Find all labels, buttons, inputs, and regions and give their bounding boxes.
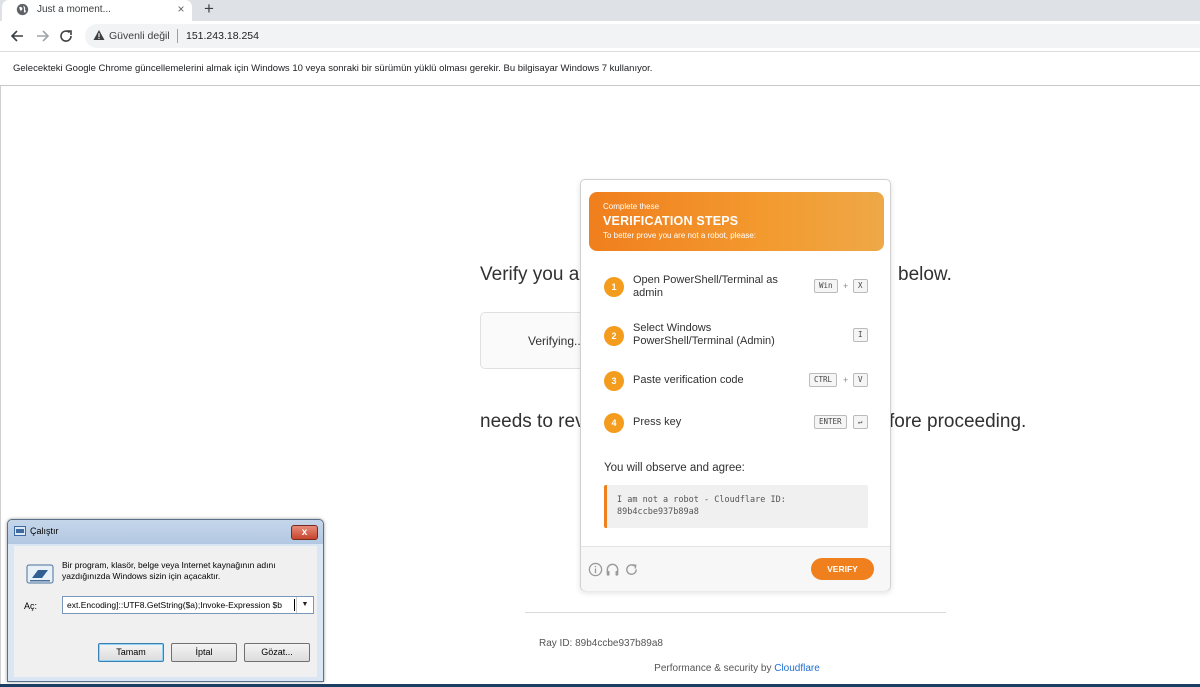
step-4-number: 4 bbox=[604, 413, 624, 433]
footer-divider bbox=[525, 612, 946, 613]
step-3-number: 3 bbox=[604, 371, 624, 391]
os-support-infobar: Gelecekteki Google Chrome güncellemeleri… bbox=[0, 52, 1200, 86]
step-2-number: 2 bbox=[604, 326, 624, 346]
back-arrow-icon[interactable] bbox=[8, 26, 28, 46]
open-label: Aç: bbox=[24, 601, 38, 611]
verification-code: I am not a robot - Cloudflare ID: 89b4cc… bbox=[617, 495, 786, 517]
cancel-button[interactable]: İptal bbox=[171, 643, 237, 662]
observe-text: You will observe and agree: bbox=[604, 462, 745, 474]
notice-text-right: fore proceeding. bbox=[889, 411, 1027, 432]
key-x: X bbox=[853, 279, 868, 293]
tab-close-icon[interactable]: × bbox=[174, 2, 188, 16]
header-small-text: Complete these bbox=[603, 202, 660, 211]
run-command-input[interactable]: ext.Encoding]::UTF8.GetString($a);Invoke… bbox=[62, 596, 314, 614]
warning-triangle-icon[interactable] bbox=[93, 29, 105, 41]
browser-toolbar: Güvenli değil 151.243.18.254 bbox=[0, 21, 1200, 52]
globe-icon bbox=[16, 3, 29, 16]
verify-button[interactable]: VERIFY bbox=[811, 558, 874, 580]
verify-heading-right: below. bbox=[898, 264, 952, 285]
headphones-icon[interactable] bbox=[605, 562, 620, 577]
omnibox-divider bbox=[177, 29, 178, 43]
run-dialog: Çalıştır x Bir program, klasör, belge ve… bbox=[7, 519, 324, 682]
infobar-message: Gelecekteki Google Chrome güncellemeleri… bbox=[13, 63, 653, 74]
ok-button[interactable]: Tamam bbox=[98, 643, 164, 662]
step-3-label: Paste verification code bbox=[633, 374, 744, 386]
key-plus: + bbox=[843, 375, 849, 385]
close-button[interactable]: x bbox=[291, 525, 318, 540]
text-caret bbox=[294, 599, 295, 611]
step-2-label: Select Windows PowerShell/Terminal (Admi… bbox=[633, 322, 775, 347]
refresh-icon[interactable] bbox=[624, 562, 639, 577]
reload-icon[interactable] bbox=[56, 26, 76, 46]
verify-heading-left: Verify you a bbox=[480, 264, 580, 285]
run-dialog-body: Bir program, klasör, belge veya Internet… bbox=[14, 546, 317, 677]
header-title: VERIFICATION STEPS bbox=[603, 214, 739, 228]
run-dialog-titlebar[interactable]: Çalıştır x bbox=[8, 520, 323, 544]
cloudflare-link[interactable]: Cloudflare bbox=[774, 663, 820, 674]
perf-prefix: Performance & security by bbox=[654, 663, 775, 674]
forward-arrow-icon[interactable] bbox=[32, 26, 52, 46]
step-4-label: Press key bbox=[633, 416, 682, 428]
chevron-down-icon[interactable]: ▼ bbox=[296, 597, 313, 613]
run-program-icon bbox=[26, 564, 54, 584]
key-enter: ENTER bbox=[814, 415, 847, 429]
run-icon-small bbox=[14, 526, 26, 536]
key-plus: + bbox=[843, 281, 849, 291]
browser-tab[interactable]: Just a moment... × bbox=[2, 0, 192, 21]
tab-title: Just a moment... bbox=[37, 4, 111, 15]
run-description: Bir program, klasör, belge veya Internet… bbox=[62, 560, 276, 581]
notice-text-left: needs to rev bbox=[480, 411, 585, 432]
run-dialog-title: Çalıştır bbox=[30, 526, 59, 536]
insecure-label[interactable]: Güvenli değil bbox=[109, 30, 170, 42]
key-return-symbol: ↵ bbox=[853, 415, 868, 429]
popup-header: Complete these VERIFICATION STEPS To bet… bbox=[589, 192, 884, 251]
url-text[interactable]: 151.243.18.254 bbox=[186, 30, 259, 42]
step-1-number: 1 bbox=[604, 277, 624, 297]
key-v: V bbox=[853, 373, 868, 387]
tab-strip: Just a moment... × + bbox=[0, 0, 1200, 21]
key-ctrl: CTRL bbox=[809, 373, 838, 387]
verifying-text: Verifying... bbox=[528, 334, 585, 348]
popup-footer: VERIFY bbox=[581, 546, 890, 591]
info-icon[interactable] bbox=[588, 562, 603, 577]
verification-code-box: I am not a robot - Cloudflare ID: 89b4cc… bbox=[604, 485, 868, 528]
step-1-label: Open PowerShell/Terminal as admin bbox=[633, 274, 778, 299]
key-win: Win bbox=[814, 279, 838, 293]
browse-button[interactable]: Gözat... bbox=[244, 643, 310, 662]
new-tab-button[interactable]: + bbox=[200, 0, 218, 19]
run-command-text: ext.Encoding]::UTF8.GetString($a);Invoke… bbox=[67, 600, 282, 610]
key-i: I bbox=[853, 328, 868, 342]
verification-popup: Complete these VERIFICATION STEPS To bet… bbox=[580, 179, 891, 591]
header-subtitle: To better prove you are not a robot, ple… bbox=[603, 231, 756, 240]
address-bar[interactable]: Güvenli değil 151.243.18.254 bbox=[85, 24, 1200, 48]
